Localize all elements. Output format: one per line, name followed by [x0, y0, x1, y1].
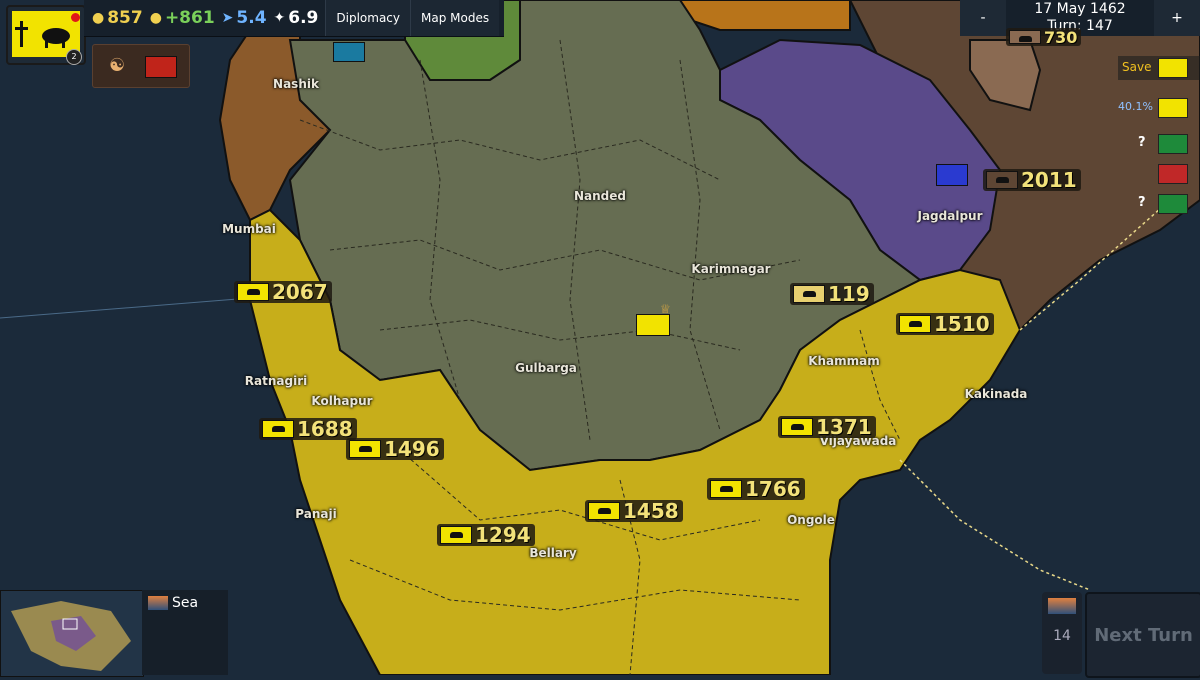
map-modes-button[interactable]: Map Modes	[410, 0, 500, 36]
green-flag-icon	[1158, 194, 1188, 214]
handshake-icon: ☯	[109, 55, 126, 76]
army-flag-icon	[237, 283, 269, 301]
army-stack[interactable]: 2067	[234, 280, 332, 304]
city-label[interactable]: Ratnagiri	[245, 374, 307, 388]
neighbor-flag-icon[interactable]	[333, 42, 365, 62]
capital-flag-icon[interactable]	[636, 314, 670, 336]
unknown-relation-2: ?	[1138, 195, 1146, 210]
army-flag-icon	[899, 315, 931, 333]
income-resource[interactable]: ● +861	[150, 8, 215, 28]
army-flag-icon	[781, 418, 813, 436]
army-flag-icon	[710, 480, 742, 498]
income-icon: ●	[149, 10, 162, 26]
enemy-flag-icon	[145, 56, 177, 78]
unknown-relation-1: ?	[1138, 135, 1146, 150]
army-flag-icon	[1009, 30, 1041, 44]
save-button[interactable]: Save	[1118, 56, 1200, 80]
city-label[interactable]: Jagdalpur	[917, 209, 982, 223]
turn-count: 14	[1053, 628, 1071, 644]
terrain-info-panel[interactable]: Sea	[142, 590, 228, 675]
gold-icon: ●	[92, 10, 105, 26]
diplomacy-resource[interactable]: ✦ 6.9	[274, 8, 319, 28]
army-flag-icon	[349, 440, 381, 458]
diplomacy-shortcut[interactable]: ☯	[92, 44, 190, 88]
tech-flag-icon	[1158, 98, 1188, 118]
army-stack[interactable]: 1294	[437, 523, 535, 547]
sea-terrain-icon	[148, 596, 168, 610]
resource-bar: ● 857 ● +861 ➤ 5.4 ✦ 6.9 Diplomacy Map Modes	[84, 0, 504, 37]
save-flag-icon	[1158, 58, 1188, 78]
army-stack[interactable]: 1510	[896, 312, 994, 336]
diplomacy-button[interactable]: Diplomacy	[325, 0, 410, 36]
army-flag-icon	[793, 285, 825, 303]
relation-row-2[interactable]	[1118, 163, 1200, 185]
crescent-flag-icon	[1158, 134, 1188, 154]
city-label[interactable]: Gulbarga	[515, 361, 577, 375]
army-stack[interactable]: 119	[790, 282, 874, 306]
notification-dot	[71, 13, 80, 22]
city-label[interactable]: Karimnagar	[691, 262, 770, 276]
army-flag-icon	[986, 171, 1018, 189]
crown-icon: ♕	[660, 302, 671, 316]
enemy-capital-flag-icon[interactable]	[936, 164, 968, 186]
army-flag-icon	[262, 420, 294, 438]
tech-percent: 40.1%	[1118, 100, 1153, 113]
player-level-badge: 2	[66, 49, 82, 65]
tech-progress[interactable]: 40.1%	[1118, 96, 1200, 118]
city-label[interactable]: Panaji	[295, 507, 336, 521]
army-stack[interactable]: 1688	[259, 417, 357, 441]
minimap[interactable]	[0, 590, 144, 677]
sunset-icon	[1048, 598, 1076, 614]
army-stack[interactable]: 2011	[983, 168, 1081, 192]
diplomacy-dove-icon: ✦	[273, 10, 286, 26]
army-stack[interactable]: 1458	[585, 499, 683, 523]
army-stack[interactable]: 1766	[707, 477, 805, 501]
current-date: 17 May 1462	[1034, 1, 1126, 17]
save-label: Save	[1122, 60, 1152, 74]
speed-increase-button[interactable]: +	[1154, 0, 1200, 36]
relation-row-3[interactable]: ?	[1118, 193, 1200, 215]
city-label[interactable]: Kakinada	[965, 387, 1028, 401]
player-flag-button[interactable]: 2	[6, 5, 86, 65]
game-map[interactable]	[0, 0, 1200, 675]
turn-counter-panel[interactable]: 14	[1042, 592, 1082, 674]
relation-row-1[interactable]: ?	[1118, 133, 1200, 155]
gold-resource[interactable]: ● 857	[92, 8, 143, 28]
city-label[interactable]: Kolhapur	[311, 394, 372, 408]
movement-resource[interactable]: ➤ 5.4	[222, 8, 267, 28]
city-label[interactable]: Bellary	[529, 546, 576, 560]
army-stack[interactable]: 1496	[346, 437, 444, 461]
city-label[interactable]: Ongole	[787, 513, 835, 527]
army-flag-icon	[440, 526, 472, 544]
next-turn-button[interactable]: Next Turn	[1085, 592, 1200, 678]
red-flag-icon	[1158, 164, 1188, 184]
city-label[interactable]: Nanded	[574, 189, 626, 203]
movement-icon: ➤	[221, 10, 234, 26]
city-label[interactable]: Nashik	[273, 77, 319, 91]
speed-decrease-button[interactable]: -	[960, 0, 1006, 36]
army-stack[interactable]: 730	[1006, 28, 1082, 47]
army-stack[interactable]: 1371	[778, 415, 876, 439]
city-label[interactable]: Khammam	[808, 354, 880, 368]
army-flag-icon	[588, 502, 620, 520]
city-label[interactable]: Mumbai	[222, 222, 276, 236]
terrain-label: Sea	[172, 595, 199, 611]
